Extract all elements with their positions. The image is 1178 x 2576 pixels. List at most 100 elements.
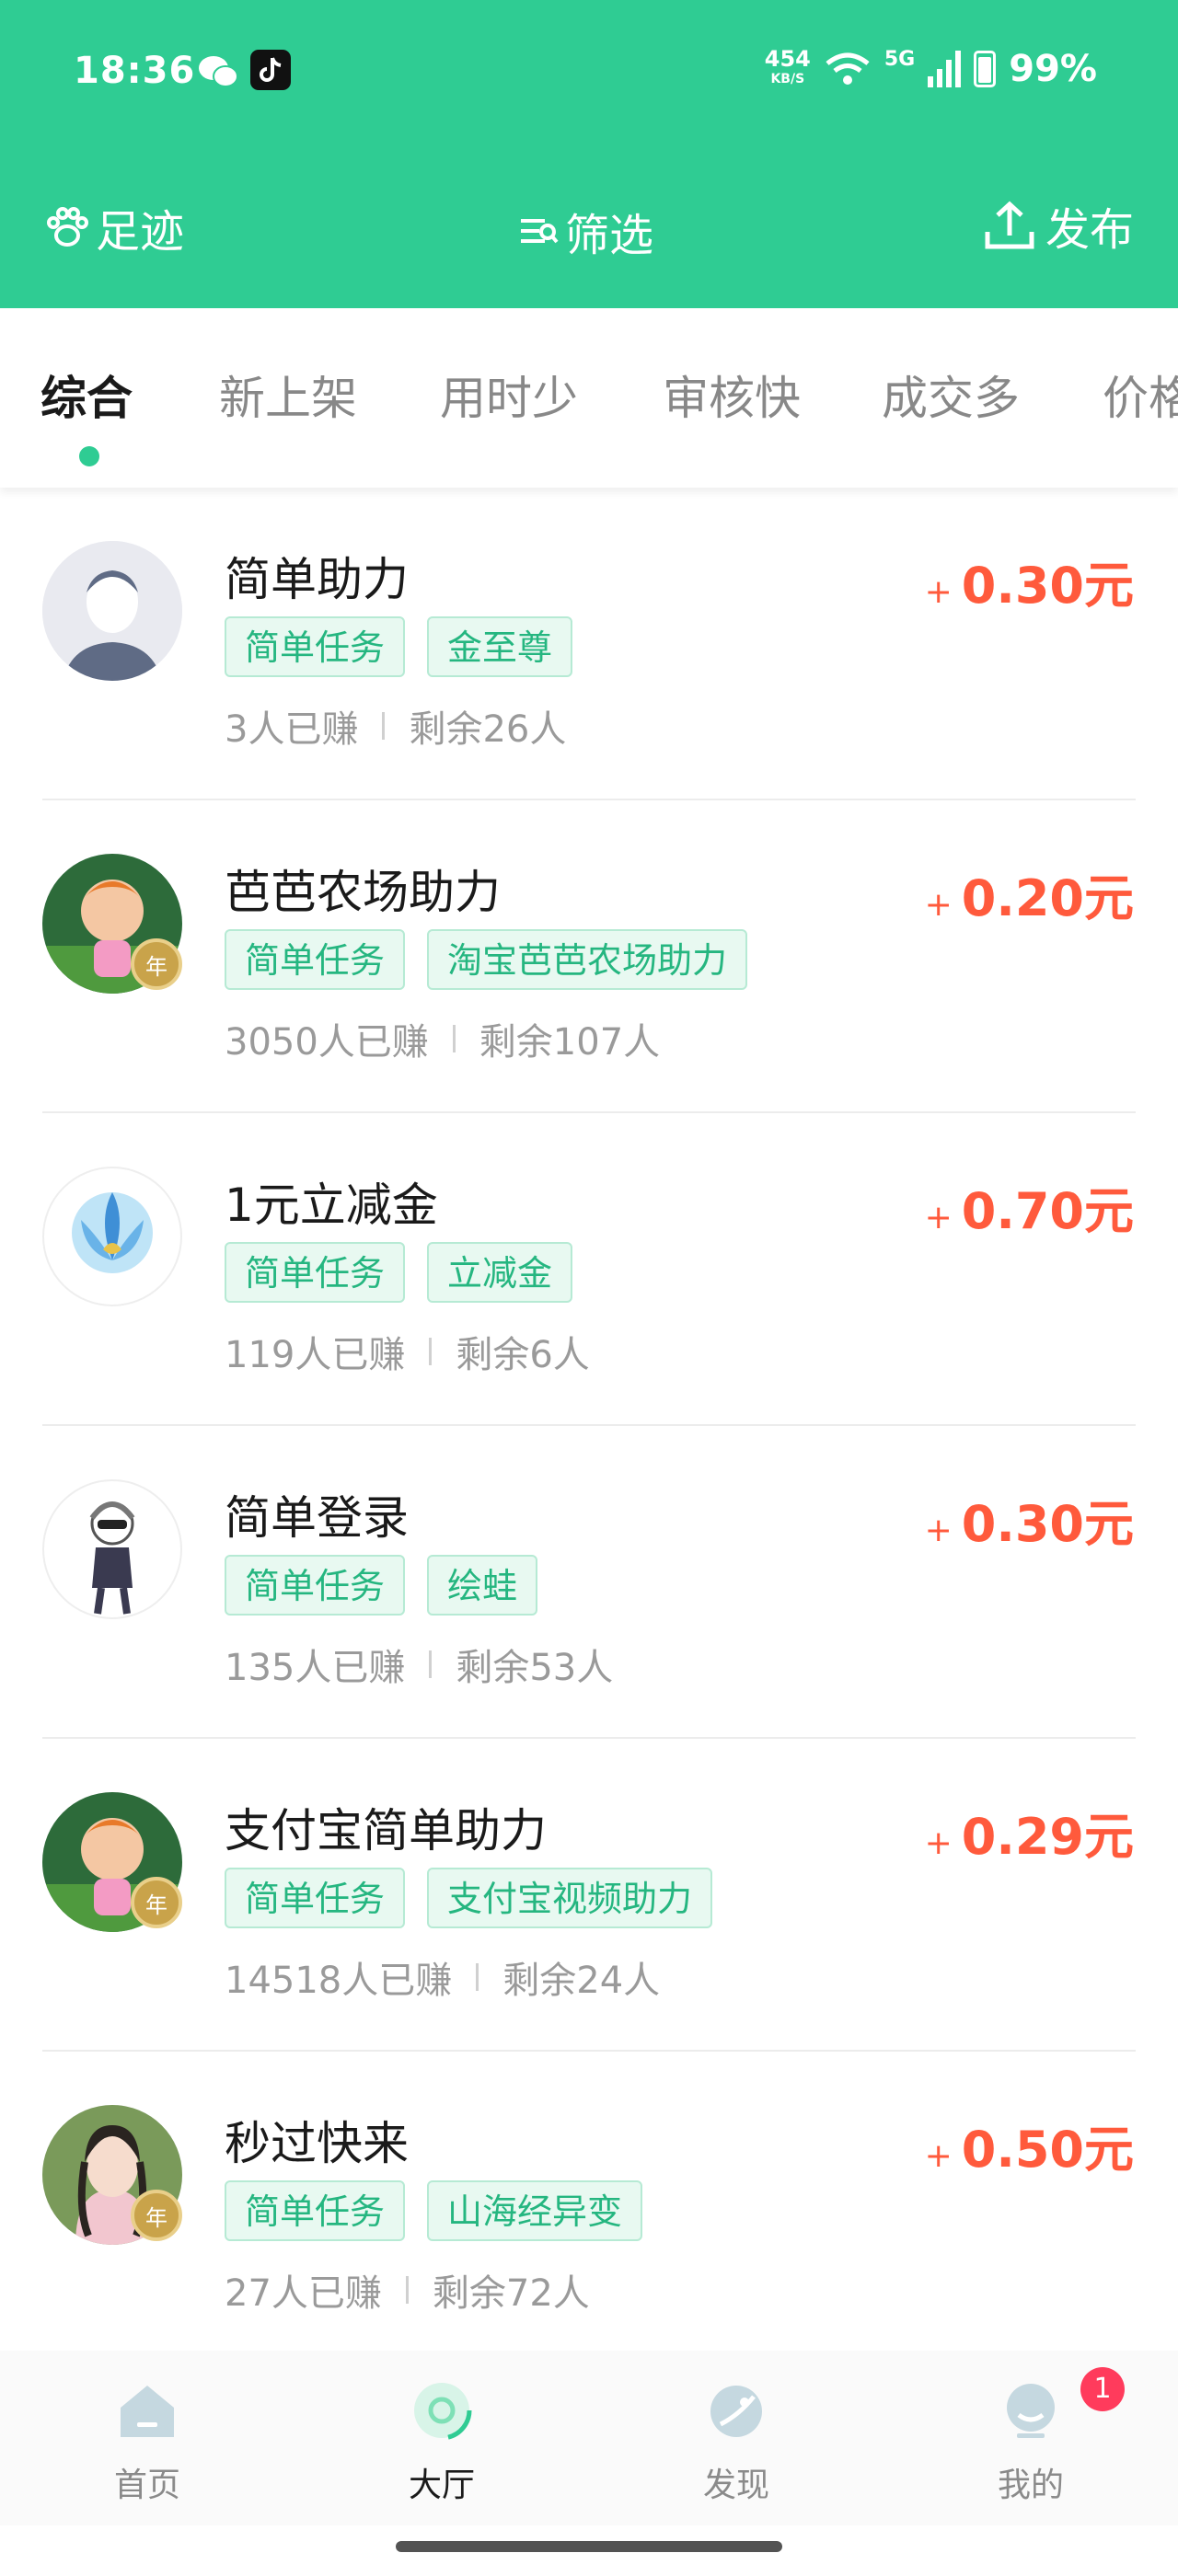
tab-comprehensive[interactable]: 综合 (40, 362, 133, 428)
top-bar: 足迹 筛选 发布 (0, 184, 1178, 267)
stats-divider (429, 1650, 433, 1678)
task-tag: 山海经异变 (427, 2180, 643, 2241)
plus-sign: + (924, 573, 953, 611)
wechat-icon (199, 56, 238, 87)
task-reward: +0.20元 (925, 857, 1134, 930)
level-badge: 年 (131, 938, 182, 990)
upload-icon (985, 201, 1034, 249)
earned-count: 3050人已赚 (225, 1021, 429, 1064)
task-tag: 简单任务 (225, 1868, 406, 1928)
remaining-count: 剩余53人 (456, 1647, 614, 1689)
stats-divider (405, 2276, 409, 2304)
tab-fast-review[interactable]: 审核快 (663, 362, 801, 428)
task-title: 芭芭农场助力 (225, 866, 501, 919)
stats-divider (452, 1025, 456, 1052)
task-reward: +0.30元 (925, 545, 1134, 617)
reward-amount: 0.30元 (961, 557, 1134, 615)
task-stats: 135人已赚 剩余53人 (225, 1638, 613, 1691)
task-item[interactable]: 简单助力 简单任务 金至尊 3人已赚 剩余26人 +0.30元 (0, 488, 1178, 800)
publish-label: 发布 (1045, 204, 1134, 256)
task-tag: 立减金 (427, 1242, 573, 1303)
hall-icon (411, 2380, 472, 2441)
remaining-count: 剩余24人 (502, 1960, 661, 2002)
tab-price[interactable]: 价格 (1103, 362, 1178, 428)
signal-type: 5G (884, 48, 916, 71)
task-title: 秒过快来 (225, 2117, 409, 2170)
earned-count: 135人已赚 (225, 1647, 406, 1689)
net-speed: 454 KB/S (764, 46, 811, 86)
task-item[interactable]: 年 秒过快来 简单任务 山海经异变 27人已赚 剩余72人 +0.50元 (0, 2052, 1178, 2364)
tab-less-time[interactable]: 用时少 (440, 362, 578, 428)
task-tag: 淘宝芭芭农场助力 (427, 929, 748, 990)
task-reward: +0.30元 (925, 1483, 1134, 1556)
task-tag: 金至尊 (427, 616, 573, 677)
nav-label: 大厅 (408, 2467, 475, 2504)
task-item[interactable]: 年 芭芭农场助力 简单任务 淘宝芭芭农场助力 3050人已赚 剩余107人 +0.… (0, 800, 1178, 1113)
nav-label: 发现 (702, 2467, 769, 2504)
task-tag: 简单任务 (225, 1242, 406, 1303)
tiktok-icon (250, 50, 291, 90)
active-tab-indicator (79, 446, 99, 466)
nav-discover[interactable]: 发现 (663, 2378, 810, 2506)
task-reward: +0.29元 (925, 1796, 1134, 1869)
task-tags: 简单任务 立减金 (225, 1242, 573, 1303)
plus-sign: + (924, 1199, 953, 1236)
reward-amount: 0.70元 (961, 1182, 1134, 1240)
reward-amount: 0.30元 (961, 1495, 1134, 1553)
task-tag: 简单任务 (225, 1555, 406, 1616)
remaining-count: 剩余107人 (479, 1021, 661, 1064)
filter-label: 筛选 (565, 210, 654, 261)
task-stats: 27人已赚 剩余72人 (225, 2263, 590, 2317)
task-title: 支付宝简单助力 (225, 1804, 547, 1857)
nav-label: 首页 (113, 2467, 180, 2504)
sort-tabs: 综合 新上架 用时少 审核快 成交多 价格 (0, 308, 1178, 488)
task-tags: 简单任务 山海经异变 (225, 2180, 643, 2241)
earned-count: 119人已赚 (225, 1334, 406, 1376)
footprint-button[interactable]: 足迹 (44, 195, 184, 259)
battery-icon (974, 51, 997, 87)
nav-home[interactable]: 首页 (74, 2378, 221, 2506)
tab-most-deals[interactable]: 成交多 (882, 362, 1020, 428)
filter-icon (521, 219, 559, 244)
stats-divider (429, 1338, 433, 1365)
task-tag: 简单任务 (225, 2180, 406, 2241)
task-title: 简单助力 (225, 553, 409, 606)
emblem-avatar (42, 1167, 182, 1306)
task-tags: 简单任务 淘宝芭芭农场助力 (225, 929, 748, 990)
status-bar: 18:36 454 KB/S 5G 99% (0, 37, 1178, 110)
bottom-nav: 首页 大厅 发现 我的 1 (0, 2351, 1178, 2525)
plus-sign: + (924, 886, 953, 924)
signal-icon (928, 51, 962, 87)
task-tags: 简单任务 支付宝视频助力 (225, 1868, 713, 1928)
level-badge: 年 (131, 2190, 182, 2241)
task-item[interactable]: 1元立减金 简单任务 立减金 119人已赚 剩余6人 +0.70元 (0, 1113, 1178, 1426)
battery-level: 99% (1009, 48, 1097, 90)
task-tags: 简单任务 绘蛙 (225, 1555, 538, 1616)
task-item[interactable]: 年 支付宝简单助力 简单任务 支付宝视频助力 14518人已赚 剩余24人 +0.… (0, 1739, 1178, 2052)
status-right: 454 KB/S 5G 99% (765, 48, 1097, 90)
home-indicator[interactable] (396, 2541, 782, 2552)
task-item[interactable]: 简单登录 简单任务 绘蛙 135人已赚 剩余53人 +0.30元 (0, 1426, 1178, 1739)
earned-count: 27人已赚 (225, 2272, 382, 2315)
publish-button[interactable]: 发布 (983, 193, 1134, 258)
sketch-avatar (42, 1479, 182, 1619)
filter-button[interactable]: 筛选 (517, 199, 653, 263)
remaining-count: 剩余72人 (432, 2272, 590, 2315)
reward-amount: 0.50元 (961, 2121, 1134, 2179)
plus-sign: + (924, 1824, 953, 1862)
task-stats: 14518人已赚 剩余24人 (225, 1950, 660, 2004)
plus-sign: + (924, 1512, 953, 1549)
nav-hall[interactable]: 大厅 (368, 2378, 515, 2506)
tab-new[interactable]: 新上架 (219, 362, 357, 428)
task-tag: 支付宝视频助力 (427, 1868, 713, 1928)
wifi-icon (826, 52, 870, 85)
task-stats: 3050人已赚 剩余107人 (225, 1012, 660, 1065)
nav-label: 我的 (997, 2467, 1064, 2504)
stats-divider (476, 1963, 479, 1991)
reward-amount: 0.20元 (961, 869, 1134, 927)
reward-amount: 0.29元 (961, 1808, 1134, 1866)
remaining-count: 剩余26人 (409, 708, 567, 751)
task-title: 1元立减金 (225, 1179, 438, 1232)
app-header: 18:36 454 KB/S 5G 99% 足迹 筛选 发布 (0, 0, 1178, 308)
paw-icon (47, 207, 88, 247)
